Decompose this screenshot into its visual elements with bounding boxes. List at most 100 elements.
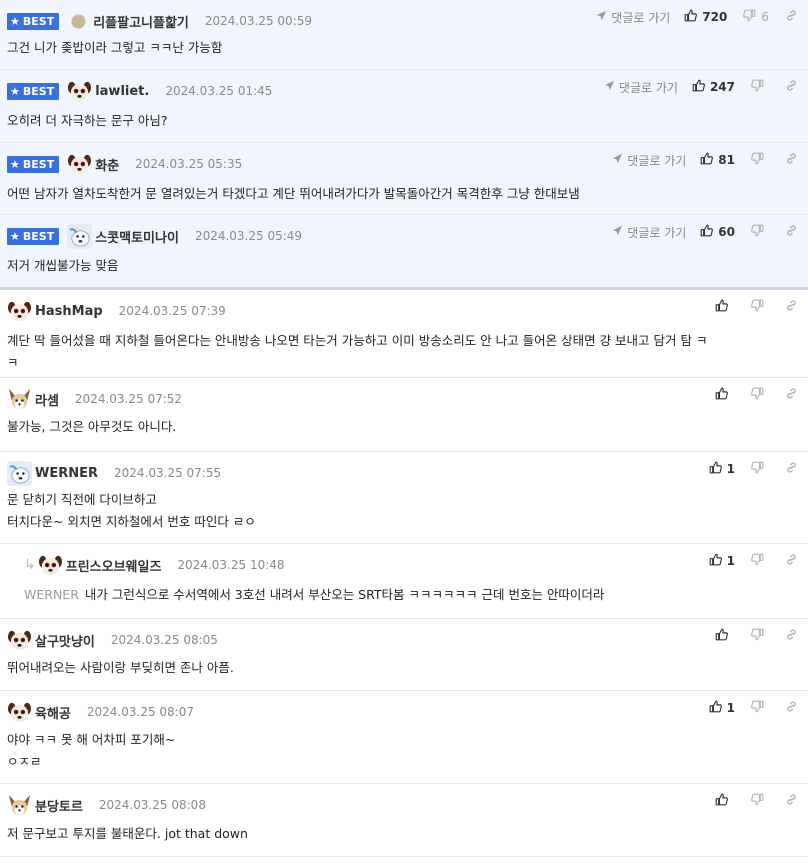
- dislike-button[interactable]: [751, 461, 769, 477]
- go-to-comment-label: 댓글로 가기: [611, 10, 671, 25]
- star-icon: ★: [10, 14, 20, 28]
- dog-avatar[interactable]: [67, 79, 92, 104]
- link-icon: [785, 793, 798, 809]
- author-nickname[interactable]: 육해공: [35, 703, 71, 722]
- comment-date: 2024.03.25 08:08: [98, 798, 206, 812]
- dislike-button[interactable]: 6: [743, 9, 769, 25]
- share-link-button[interactable]: [785, 700, 798, 716]
- author-nickname[interactable]: 스콧맥토미나이: [95, 227, 179, 246]
- comment-text-block: 그건 니가 좆밥이라 그렇고 ㅋㅋ난 가능함: [7, 37, 796, 59]
- comment-header: 살구맛냥이 2024.03.25 08:05: [7, 629, 218, 651]
- thumbs-down-icon: [751, 299, 769, 315]
- blue-avatar[interactable]: [67, 223, 93, 249]
- share-link-button[interactable]: [785, 553, 798, 569]
- comment-actions: [715, 386, 798, 404]
- author-nickname[interactable]: 리플팔고니플핥기: [93, 12, 189, 31]
- like-button[interactable]: 1: [709, 461, 735, 477]
- best-comment: ★ BEST 스콧맥토미나이 2024.03.25 05:49 댓글로 가기 60 저거 개…: [0, 215, 808, 290]
- comment-text-block: 저거 개씹불가능 맞음: [7, 255, 796, 277]
- reply-target[interactable]: WERNER: [24, 587, 79, 602]
- comment-date: 2024.03.25 08:07: [86, 705, 194, 719]
- dislike-button[interactable]: [751, 700, 769, 716]
- best-badge: ★ BEST: [7, 82, 60, 100]
- comment-text: 그건 니가 좆밥이라 그렇고 ㅋㅋ난 가능함: [7, 40, 223, 55]
- best-comment: ★ BEST 화춘 2024.03.25 05:35 댓글로 가기 81 어떤 남자가 열차…: [0, 143, 808, 215]
- share-link-button[interactable]: [785, 461, 798, 477]
- thumbs-up-icon: [709, 461, 727, 477]
- thumbs-down-icon: [751, 553, 769, 569]
- comment-header: ★ BEST 스콧맥토미나이 2024.03.25 05:49: [7, 223, 302, 249]
- dislike-button[interactable]: [751, 152, 769, 168]
- best-badge: ★ BEST: [7, 12, 60, 30]
- dislike-button[interactable]: [751, 79, 769, 95]
- star-icon: ★: [10, 229, 20, 243]
- dog-avatar[interactable]: [7, 299, 32, 324]
- dog-avatar[interactable]: [67, 152, 92, 177]
- blue-avatar[interactable]: [7, 460, 32, 486]
- fox-avatar[interactable]: [7, 387, 32, 412]
- dog-avatar[interactable]: [38, 553, 63, 578]
- author-nickname[interactable]: 화춘: [95, 155, 119, 174]
- like-button[interactable]: 81: [700, 152, 735, 168]
- go-to-comment-link[interactable]: 댓글로 가기: [612, 224, 686, 241]
- comment-list: ★ BEST 리플팔고니플핥기 2024.03.25 00:59 댓글로 가기 720 6 그…: [0, 0, 808, 857]
- thumbs-down-icon: [751, 79, 769, 95]
- go-to-comment-link[interactable]: 댓글로 가기: [612, 152, 686, 169]
- share-link-button[interactable]: [785, 152, 798, 168]
- comment-date: 2024.03.25 07:39: [118, 304, 226, 318]
- like-button[interactable]: [715, 387, 735, 403]
- comment-actions: 1: [709, 460, 798, 478]
- like-button[interactable]: 247: [692, 79, 735, 95]
- comment: 살구맛냥이 2024.03.25 08:05 뛰어내려오는 사람이랑 부딪히면 존나…: [0, 619, 808, 691]
- dislike-button[interactable]: [751, 299, 769, 315]
- comment-date: 2024.03.25 08:05: [110, 633, 218, 647]
- author-nickname[interactable]: lawliet.: [95, 84, 149, 99]
- author-nickname[interactable]: 프린스오브웨일즈: [66, 556, 162, 575]
- best-comment: ★ BEST lawliet. 2024.03.25 01:45 댓글로 가기 247 오히…: [0, 70, 808, 143]
- reply-comment: ↳ 프린스오브웨일즈 2024.03.25 10:48 1 WERNER 내가 그런식으로…: [0, 544, 808, 619]
- share-link-button[interactable]: [785, 793, 798, 809]
- like-button[interactable]: 60: [700, 224, 735, 240]
- like-button[interactable]: [715, 793, 735, 809]
- dog-avatar[interactable]: [7, 628, 32, 653]
- dislike-button[interactable]: [751, 387, 769, 403]
- link-icon: [785, 628, 798, 644]
- author-nickname[interactable]: HashMap: [35, 304, 103, 319]
- comment-text-block: 오히려 더 자극하는 문구 아님?: [7, 110, 796, 132]
- like-count: 1: [726, 462, 735, 476]
- like-button[interactable]: [715, 628, 735, 644]
- dislike-button[interactable]: [751, 793, 769, 809]
- link-icon: [785, 79, 798, 95]
- like-button[interactable]: 1: [709, 553, 735, 569]
- dog-avatar[interactable]: [7, 700, 32, 725]
- fox-avatar[interactable]: [7, 793, 32, 818]
- comment-text-block: WERNER 내가 그런식으로 수서역에서 3호선 내려서 부산오는 SRT타봄 …: [24, 584, 796, 606]
- share-link-button[interactable]: [785, 224, 798, 240]
- like-button[interactable]: [715, 299, 735, 315]
- like-button[interactable]: 720: [684, 9, 727, 25]
- go-to-comment-link[interactable]: 댓글로 가기: [596, 9, 670, 26]
- thumbs-up-icon: [709, 700, 727, 716]
- dislike-button[interactable]: [751, 553, 769, 569]
- like-button[interactable]: 1: [709, 700, 735, 716]
- share-link-button[interactable]: [785, 9, 798, 25]
- dislike-button[interactable]: [751, 628, 769, 644]
- author-nickname[interactable]: WERNER: [35, 466, 98, 481]
- dislike-button[interactable]: [751, 224, 769, 240]
- comment-actions: 댓글로 가기 81: [612, 151, 798, 169]
- share-link-button[interactable]: [785, 628, 798, 644]
- author-nickname[interactable]: 살구맛냥이: [35, 631, 95, 650]
- author-nickname[interactable]: 분당토르: [35, 796, 83, 815]
- share-link-button[interactable]: [785, 79, 798, 95]
- share-link-button[interactable]: [785, 299, 798, 315]
- best-comment: ★ BEST 리플팔고니플핥기 2024.03.25 00:59 댓글로 가기 720 6 그…: [0, 0, 808, 70]
- comment-actions: [715, 792, 798, 810]
- link-icon: [785, 553, 798, 569]
- go-to-comment-link[interactable]: 댓글로 가기: [604, 79, 678, 96]
- author-nickname[interactable]: 라셈: [35, 390, 59, 409]
- share-link-button[interactable]: [785, 387, 798, 403]
- thumbs-down-icon: [751, 152, 769, 168]
- thumbs-up-icon: [700, 152, 718, 168]
- dot-avatar[interactable]: [71, 13, 86, 29]
- comment-actions: 댓글로 가기 247: [604, 78, 798, 96]
